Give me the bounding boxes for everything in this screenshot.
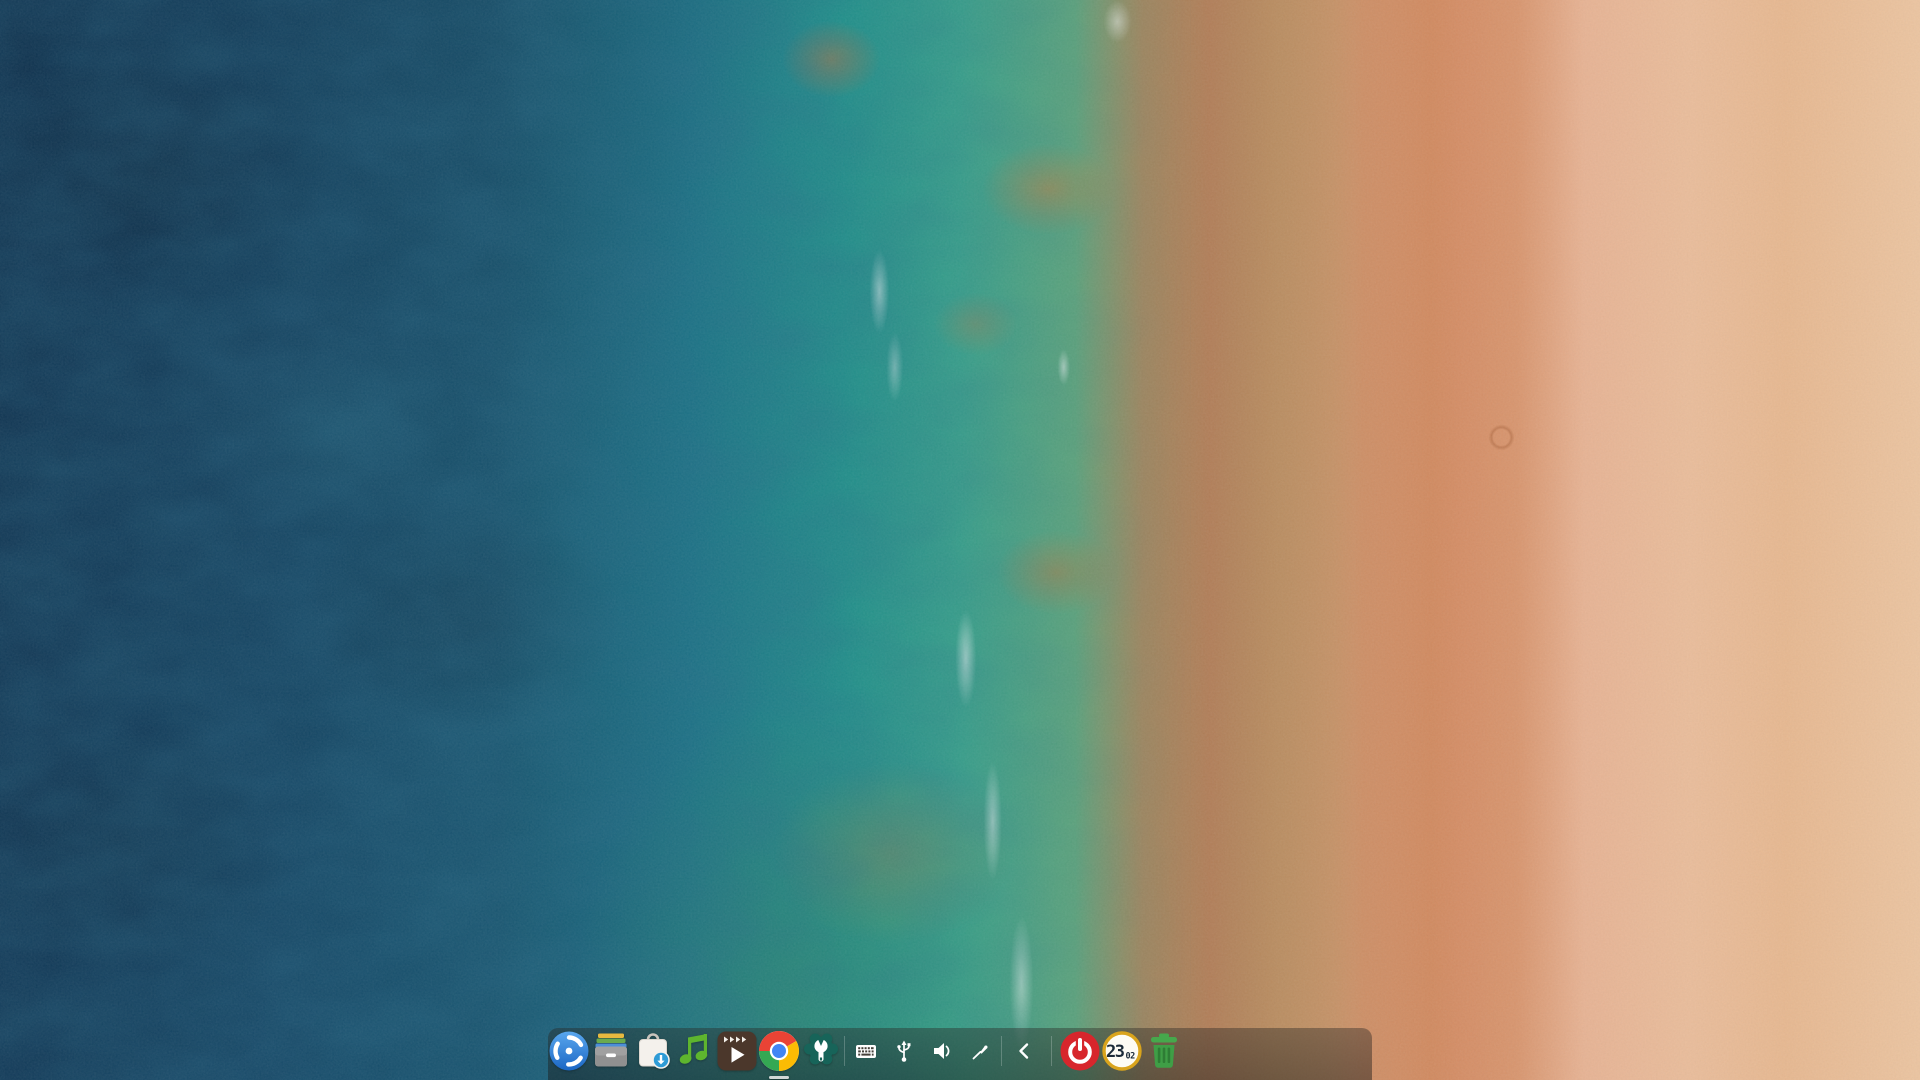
tray-volume-button[interactable] xyxy=(923,1032,961,1070)
file-manager-icon xyxy=(595,1033,627,1067)
desktop-wallpaper xyxy=(0,0,1920,1080)
dock-apps xyxy=(548,1030,842,1079)
chrome-icon xyxy=(759,1031,799,1071)
chrome-running-indicator xyxy=(769,1076,789,1079)
clock-plugin[interactable]: 23 02 xyxy=(1101,1030,1143,1072)
dock-item-file-manager[interactable] xyxy=(590,1030,632,1072)
dock-item-trash[interactable] xyxy=(1143,1030,1185,1072)
usb-icon xyxy=(897,1040,911,1062)
dock: 23 02 xyxy=(548,1028,1372,1080)
tray-pen-button[interactable] xyxy=(961,1032,999,1070)
dock-item-music[interactable] xyxy=(674,1030,716,1072)
dock-tray xyxy=(847,1032,999,1070)
dock-item-movies[interactable] xyxy=(716,1030,758,1072)
tray-keyboard-button[interactable] xyxy=(847,1032,885,1070)
clock-hours: 23 xyxy=(1106,1042,1125,1062)
dock-item-chrome[interactable] xyxy=(758,1030,800,1079)
movie-icon xyxy=(717,1031,757,1071)
clock-minutes: 02 xyxy=(1126,1052,1136,1062)
dock-separator xyxy=(844,1036,845,1066)
dock-item-app-store[interactable] xyxy=(632,1030,674,1072)
tray-collapse-button[interactable] xyxy=(1004,1031,1044,1071)
volume-icon xyxy=(934,1043,950,1059)
deepin-launcher-icon xyxy=(549,1031,589,1071)
shutdown-button[interactable] xyxy=(1059,1030,1101,1072)
dock-separator xyxy=(1001,1036,1002,1066)
dock-item-control-center[interactable] xyxy=(800,1030,842,1072)
keyboard-icon xyxy=(856,1045,876,1058)
chevron-left-icon xyxy=(1019,1043,1029,1059)
music-icon xyxy=(679,1034,708,1064)
desktop: 23 02 xyxy=(0,0,1920,1080)
control-center-icon xyxy=(804,1033,838,1065)
clock-icon: 23 02 xyxy=(1102,1031,1142,1071)
power-icon xyxy=(1060,1031,1100,1071)
tray-usb-button[interactable] xyxy=(885,1032,923,1070)
dock-item-launcher[interactable] xyxy=(548,1030,590,1072)
dock-separator xyxy=(1051,1036,1052,1066)
app-store-icon xyxy=(639,1033,670,1069)
trash-icon xyxy=(1151,1033,1177,1068)
brush-icon xyxy=(972,1045,988,1060)
